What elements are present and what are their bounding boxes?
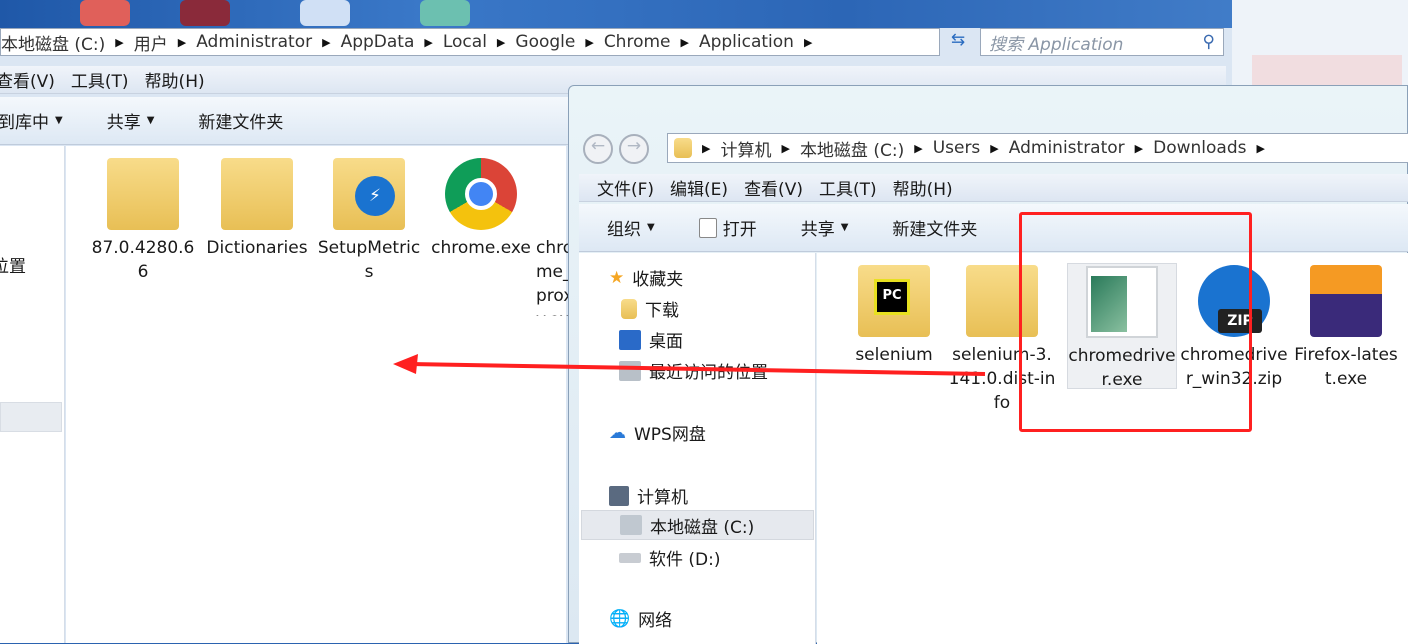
- desktop-app-icon: [300, 0, 350, 26]
- firefox-icon: [1310, 265, 1382, 337]
- search-input[interactable]: 搜索 Application ⚲: [980, 28, 1224, 56]
- breadcrumb-item[interactable]: 计算机: [720, 136, 771, 161]
- computer-icon: [609, 485, 629, 506]
- share-button[interactable]: 共享 ▼: [107, 108, 155, 133]
- explorer-window-downloads: ← → ▶ 计算机 ▶ 本地磁盘 (C:) ▶ Users ▶ Administrat…: [568, 85, 1408, 644]
- folder-icon: ⚡: [333, 158, 405, 230]
- menu-help[interactable]: 帮助(H): [893, 175, 953, 200]
- cloud-icon: ☁: [609, 422, 626, 443]
- refresh-icon[interactable]: ⇆: [944, 30, 972, 54]
- menu-edit[interactable]: 编辑(E): [670, 175, 728, 200]
- desktop-app-icon: [420, 0, 470, 26]
- breadcrumb-item[interactable]: 本地磁盘 (C:): [1, 30, 105, 55]
- share-button[interactable]: 共享 ▼: [801, 215, 849, 240]
- desktop-app-icon: [180, 0, 230, 26]
- search-icon: ⚲: [1202, 32, 1215, 52]
- toolbar: 组织 ▼ 打开 共享 ▼ 新建文件夹: [579, 204, 1408, 252]
- desktop-app-icon: [80, 0, 130, 26]
- new-folder-button[interactable]: 新建文件夹: [892, 215, 977, 240]
- desktop-icon: [619, 329, 641, 350]
- address-bar[interactable]: 本地磁盘 (C:) ▶ 用户 ▶ Administrator ▶ AppData ▶ L…: [0, 28, 940, 56]
- file-item-chrome-exe[interactable]: chrome.exe: [426, 158, 536, 260]
- desktop-background: [0, 0, 1408, 30]
- search-placeholder: 搜索 Application: [989, 34, 1124, 55]
- file-item-selenium[interactable]: PC selenium: [839, 265, 949, 367]
- breadcrumb-item[interactable]: Administrator: [196, 32, 312, 52]
- nav-item-recent[interactable]: 最近访问的位置: [619, 358, 768, 383]
- nav-item-downloads[interactable]: 下载: [621, 296, 679, 321]
- menu-bar: 文件(F) 编辑(E) 查看(V) 工具(T) 帮助(H): [579, 174, 1408, 202]
- folder-icon: [221, 158, 293, 230]
- nav-item-recent[interactable]: 位置: [0, 252, 26, 277]
- nav-item-wps[interactable]: ☁ WPS网盘: [609, 420, 706, 446]
- menu-tools[interactable]: 工具(T): [71, 67, 129, 92]
- nav-item-favorites[interactable]: ★ 收藏夹: [609, 265, 683, 291]
- file-item-folder[interactable]: 87.0.4280.66: [88, 158, 198, 284]
- breadcrumb-item[interactable]: Downloads: [1153, 138, 1246, 158]
- drive-icon: [620, 515, 642, 535]
- menu-view[interactable]: 查看(V): [0, 67, 55, 92]
- chrome-icon: [445, 158, 517, 230]
- nav-item-computer[interactable]: 计算机: [609, 483, 688, 508]
- breadcrumb-item[interactable]: Users: [933, 138, 981, 158]
- navigation-pane: ★ 收藏夹 下载 桌面 最近访问的位置 ☁ WPS网盘 计算机 本地磁盘 (C:) …: [579, 253, 816, 644]
- back-button[interactable]: ←: [583, 134, 613, 164]
- nav-item-desktop[interactable]: 桌面: [619, 327, 683, 352]
- breadcrumb-item[interactable]: Chrome: [604, 32, 671, 52]
- organize-button[interactable]: 组织 ▼: [607, 215, 655, 240]
- breadcrumb-item[interactable]: Local: [443, 32, 487, 52]
- drive-icon: [619, 552, 641, 563]
- star-icon: ★: [609, 267, 625, 288]
- recent-places-icon: [619, 360, 641, 381]
- nav-item-software-d[interactable]: 软件 (D:): [619, 545, 721, 570]
- breadcrumb-item[interactable]: Application: [699, 32, 794, 52]
- nav-item-local-disk[interactable]: 本地磁盘 (C:): [581, 510, 814, 540]
- nav-selected-item[interactable]: [0, 402, 62, 432]
- menu-tools[interactable]: 工具(T): [819, 175, 877, 200]
- file-area: 87.0.4280.66 Dictionaries ⚡ SetupMetrics …: [66, 146, 573, 643]
- breadcrumb-item[interactable]: AppData: [341, 32, 415, 52]
- forward-button[interactable]: →: [619, 134, 649, 164]
- network-icon: 🌐: [609, 608, 631, 629]
- downloads-folder-icon: [621, 298, 637, 319]
- menu-help[interactable]: 帮助(H): [145, 67, 205, 92]
- nav-item-network[interactable]: 🌐 网络: [609, 606, 672, 632]
- breadcrumb-item[interactable]: Google: [515, 32, 575, 52]
- include-in-library-button[interactable]: 包含到库中▼: [0, 108, 63, 133]
- file-item-folder[interactable]: ⚡ SetupMetrics: [314, 158, 424, 284]
- menu-file[interactable]: 文件(F): [597, 175, 654, 200]
- pycharm-folder-icon: PC: [858, 265, 930, 337]
- breadcrumb-item[interactable]: Administrator: [1009, 138, 1125, 158]
- file-item-folder[interactable]: Dictionaries: [202, 158, 312, 260]
- file-item-firefox[interactable]: Firefox-latest.exe: [1291, 265, 1401, 391]
- open-file-icon: [698, 217, 717, 238]
- breadcrumb-item[interactable]: 用户: [134, 30, 168, 55]
- address-bar[interactable]: ▶ 计算机 ▶ 本地磁盘 (C:) ▶ Users ▶ Administrator ▶ …: [667, 133, 1408, 163]
- new-folder-button[interactable]: 新建文件夹: [198, 108, 283, 133]
- menu-view[interactable]: 查看(V): [744, 175, 803, 200]
- breadcrumb-item[interactable]: 本地磁盘 (C:): [800, 136, 904, 161]
- folder-icon: [107, 158, 179, 230]
- highlight-rectangle: [1019, 212, 1252, 432]
- navigation-pane: 位置: [0, 146, 65, 643]
- open-button[interactable]: 打开: [698, 215, 757, 240]
- folder-icon: [674, 138, 692, 158]
